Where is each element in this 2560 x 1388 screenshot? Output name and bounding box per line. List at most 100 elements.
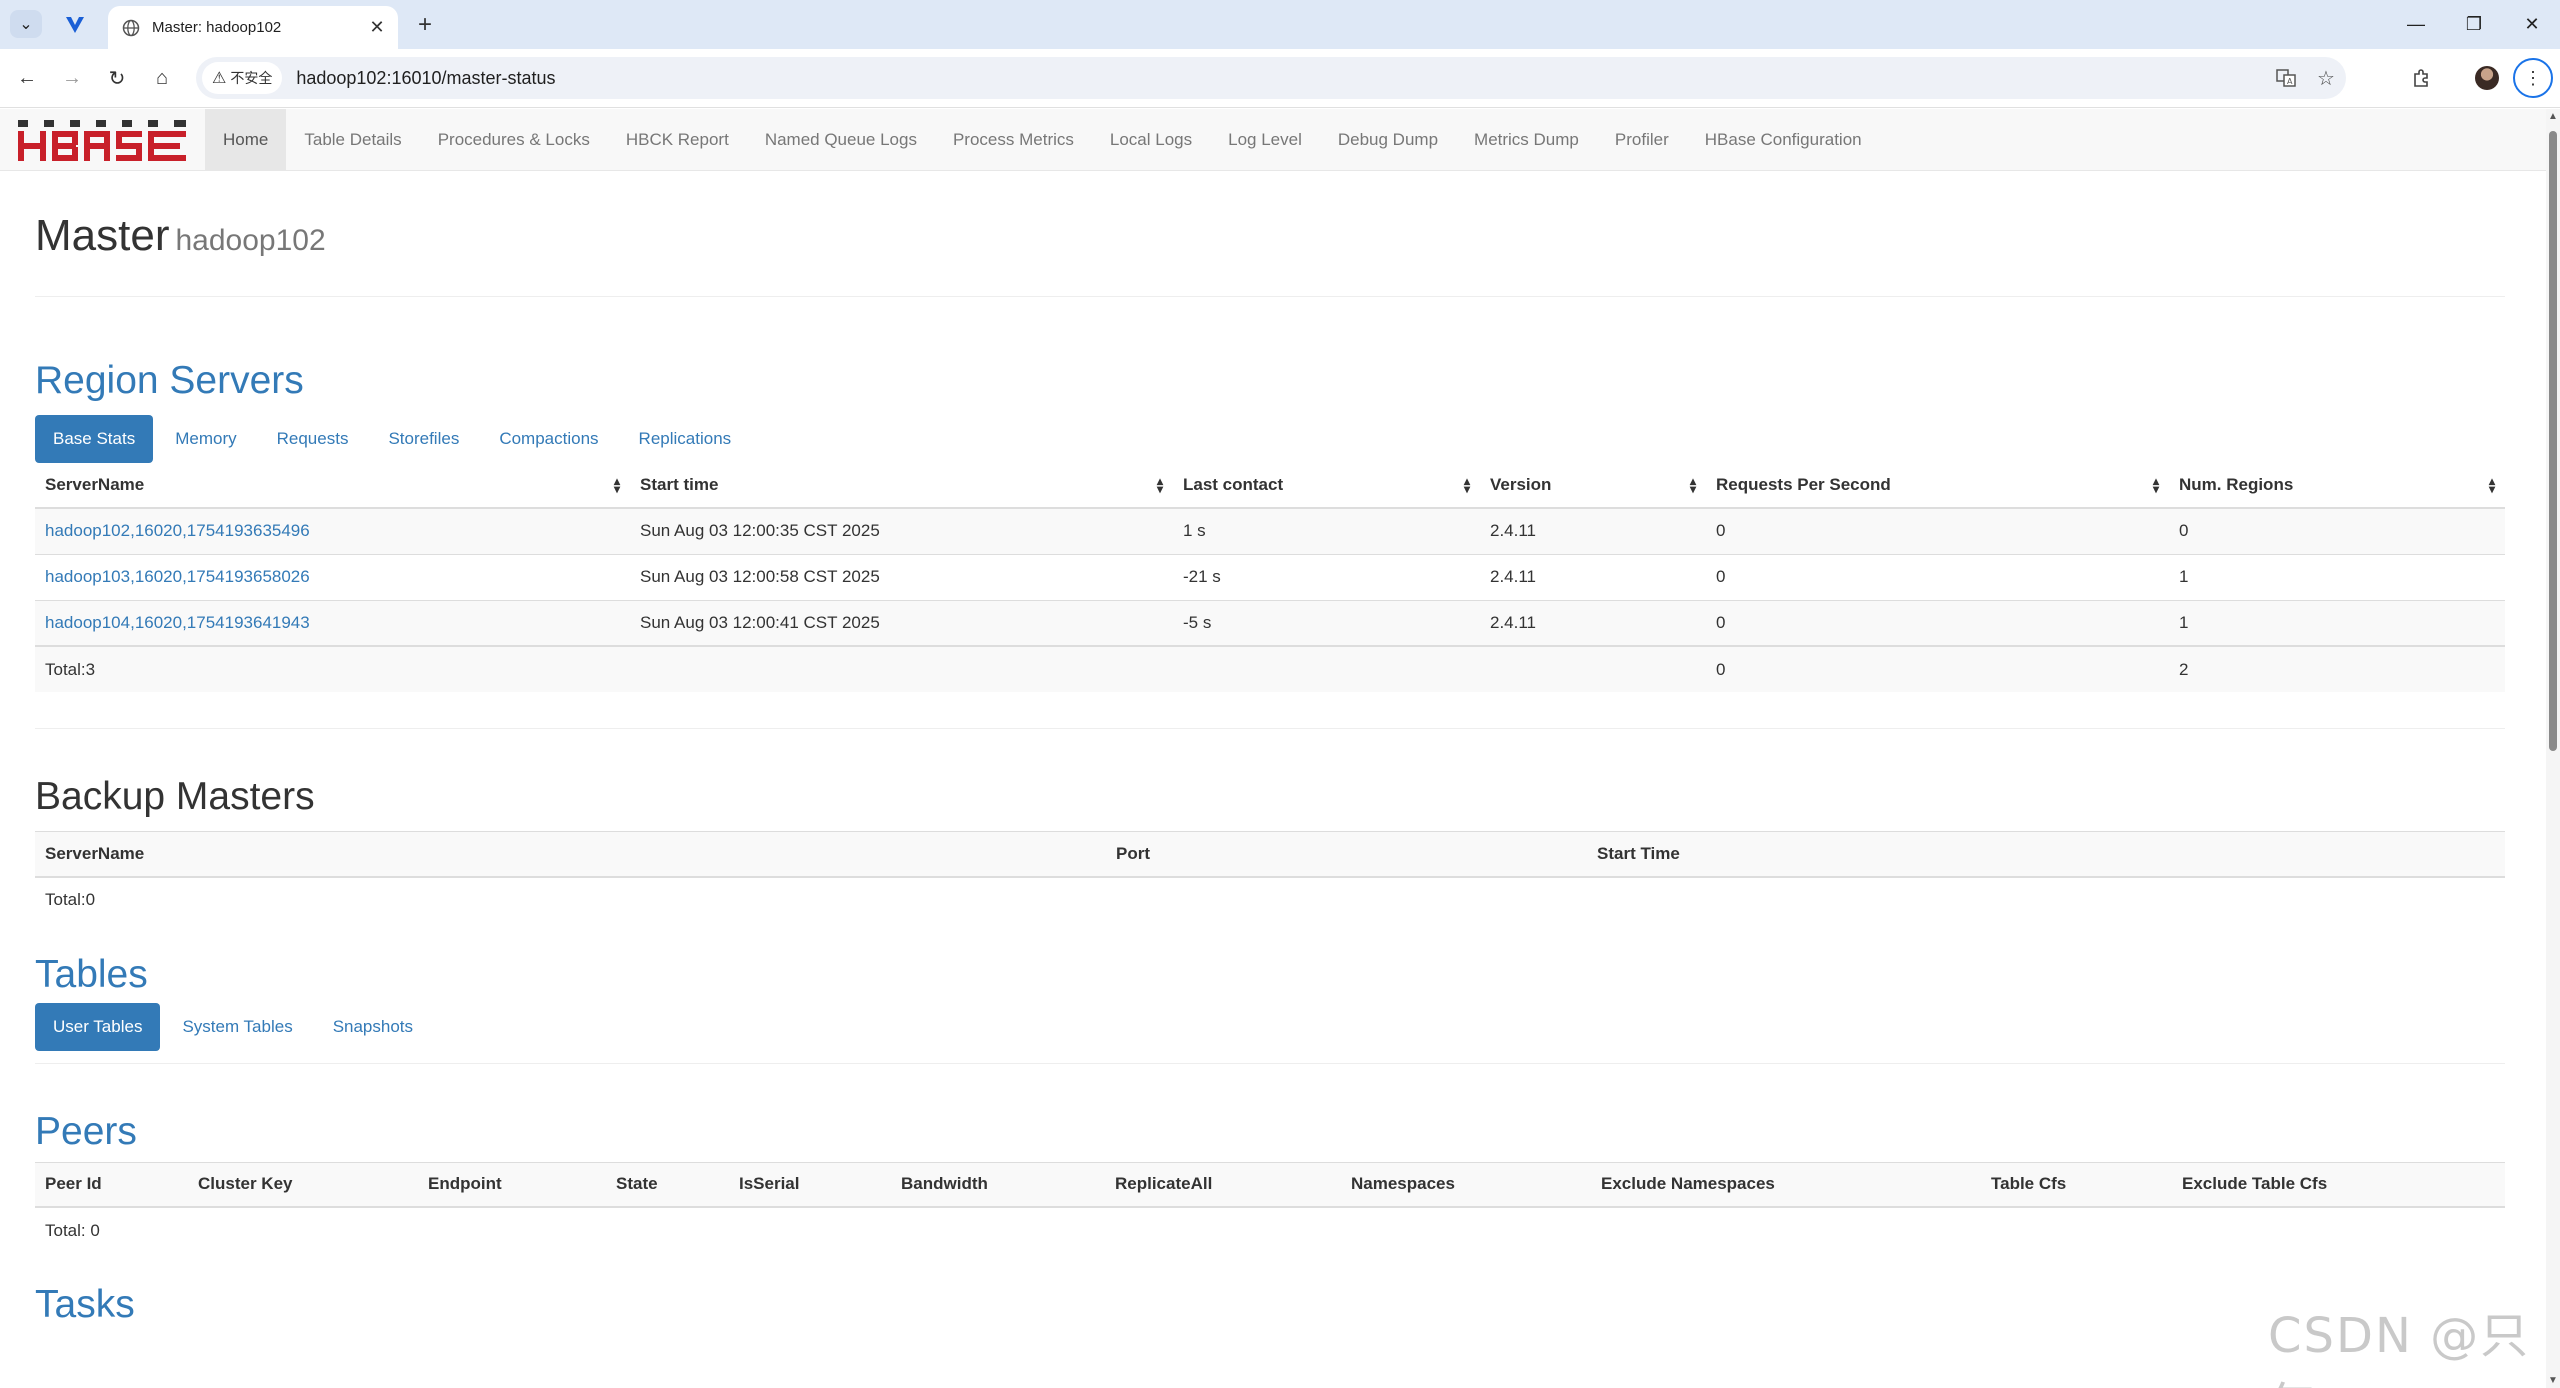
tab-search-chevron-icon[interactable]: ⌄ <box>10 10 42 38</box>
backup-masters-section: Backup Masters ServerName Port Start Tim… <box>35 775 2505 923</box>
total-label: Total: 0 <box>45 1220 100 1240</box>
table-cell: Sun Aug 03 12:00:41 CST 2025 <box>630 599 1173 646</box>
tables-tabs: User Tables System Tables Snapshots <box>35 1002 2505 1051</box>
region-servers-title: Region Servers <box>35 359 304 402</box>
table-cell: 0 <box>1706 599 2169 646</box>
page-viewport: Home Table Details Procedures & Locks HB… <box>0 109 2546 1388</box>
backup-masters-table: ServerName Port Start Time Total:0 <box>35 831 2505 923</box>
nav-local-logs[interactable]: Local Logs <box>1092 109 1210 171</box>
server-link[interactable]: hadoop104,16020,1754193641943 <box>45 613 310 632</box>
tab-replications[interactable]: Replications <box>621 415 750 463</box>
tables-section: Tables User Tables System Tables Snapsho… <box>35 953 2505 1064</box>
vivaldi-app-icon[interactable] <box>60 12 90 38</box>
url-text[interactable]: hadoop102:16010/master-status <box>296 68 2266 89</box>
column-header[interactable]: Last contact ▴ ▾ <box>1173 463 1480 509</box>
table-row: hadoop104,16020,1754193641943 Sun Aug 03… <box>35 599 2505 646</box>
tab-snapshots[interactable]: Snapshots <box>315 1003 431 1051</box>
column-header[interactable]: Start time ▴ ▾ <box>630 463 1173 509</box>
restore-icon[interactable]: ❐ <box>2446 0 2502 49</box>
address-bar[interactable]: ⚠ 不安全 hadoop102:16010/master-status A ☆ <box>196 57 2346 99</box>
column-header: IsSerial <box>729 1161 891 1208</box>
nav-hbase-configuration[interactable]: HBase Configuration <box>1687 109 1880 171</box>
globe-icon <box>122 19 140 36</box>
total-label: Total:3 <box>35 645 630 692</box>
minimize-icon[interactable]: — <box>2388 0 2444 49</box>
column-header: Table Cfs <box>1981 1161 2172 1208</box>
close-window-icon[interactable]: ✕ <box>2504 0 2560 49</box>
column-header[interactable]: Requests Per Second ▴ ▾ <box>1706 463 2169 509</box>
region-servers-section: Region Servers Base Stats Memory Request… <box>35 359 2505 692</box>
page-title: Master hadoop102 <box>35 211 326 260</box>
table-cell: 2.4.11 <box>1480 599 1706 646</box>
tab-compactions[interactable]: Compactions <box>481 415 616 463</box>
nav-profiler[interactable]: Profiler <box>1597 109 1687 171</box>
bookmark-star-icon[interactable]: ☆ <box>2306 61 2346 95</box>
tab-memory[interactable]: Memory <box>157 415 254 463</box>
translate-icon[interactable]: A <box>2266 61 2306 95</box>
apache-hbase-logo[interactable] <box>16 117 190 163</box>
warning-icon: ⚠ <box>212 70 227 87</box>
nav-process-metrics[interactable]: Process Metrics <box>935 109 1092 171</box>
tab-user-tables[interactable]: User Tables <box>35 1002 161 1051</box>
security-chip[interactable]: ⚠ 不安全 <box>202 62 283 94</box>
column-header: ReplicateAll <box>1105 1161 1341 1208</box>
peers-section: Peers Peer Id Cluster Key Endpoint State… <box>35 1110 2505 1254</box>
nav-table-details[interactable]: Table Details <box>286 109 419 171</box>
scrollbar-thumb[interactable] <box>2549 131 2557 751</box>
reload-icon[interactable]: ↻ <box>100 61 134 95</box>
table-cell: 0 <box>1706 507 2169 554</box>
table-total-row: Total:0 <box>35 877 2505 923</box>
table-cell: Sun Aug 03 12:00:58 CST 2025 <box>630 553 1173 600</box>
nav-log-level[interactable]: Log Level <box>1210 109 1320 171</box>
table-cell: -5 s <box>1173 599 1480 646</box>
browser-tab-active[interactable]: Master: hadoop102 ✕ <box>108 6 398 49</box>
nav-hbck-report[interactable]: HBCK Report <box>608 109 747 171</box>
server-link[interactable]: hadoop102,16020,1754193635496 <box>45 521 310 540</box>
tab-system-tables[interactable]: System Tables <box>164 1003 310 1051</box>
scroll-up-icon[interactable]: ▲ <box>2548 111 2558 122</box>
sort-icon: ▴ ▾ <box>2488 474 2495 496</box>
browser-menu-icon[interactable]: ⋮ <box>2513 58 2553 98</box>
nav-named-queue-logs[interactable]: Named Queue Logs <box>747 109 935 171</box>
column-header[interactable]: Version ▴ ▾ <box>1480 463 1706 509</box>
nav-metrics-dump[interactable]: Metrics Dump <box>1456 109 1597 171</box>
browser-tab-strip: ⌄ Master: hadoop102 ✕ + — ❐ ✕ <box>0 0 2560 49</box>
main-nav: Home Table Details Procedures & Locks HB… <box>205 109 1880 171</box>
column-header: ServerName <box>35 831 1106 878</box>
nav-procedures-locks[interactable]: Procedures & Locks <box>420 109 608 171</box>
table-cell: 0 <box>2169 507 2505 554</box>
new-tab-icon[interactable]: + <box>410 10 440 40</box>
page-scrollbar[interactable]: ▲ ▼ <box>2546 109 2560 1388</box>
table-cell: 1 <box>2169 599 2505 646</box>
tasks-title: Tasks <box>35 1283 135 1326</box>
divider <box>35 728 2505 729</box>
tab-base-stats[interactable]: Base Stats <box>35 415 154 463</box>
column-header: Endpoint <box>418 1161 606 1208</box>
total-regions: 2 <box>2169 645 2505 692</box>
extensions-icon[interactable] <box>2404 61 2438 95</box>
table-cell: 1 s <box>1173 507 1480 554</box>
region-servers-table: ServerName ▴ ▾ Start time ▴ ▾ Last contact ▴ ▾… <box>35 463 2505 692</box>
sort-icon: ▴ ▾ <box>1463 474 1470 496</box>
column-header[interactable]: ServerName ▴ ▾ <box>35 463 630 509</box>
table-total-row: Total: 0 <box>35 1207 2505 1253</box>
table-cell: Sun Aug 03 12:00:35 CST 2025 <box>630 507 1173 554</box>
table-cell: 0 <box>1706 553 2169 600</box>
browser-toolbar: ← → ↻ ⌂ ⚠ 不安全 hadoop102:16010/master-sta… <box>0 49 2560 108</box>
server-link[interactable]: hadoop103,16020,1754193658026 <box>45 567 310 586</box>
tab-requests[interactable]: Requests <box>259 415 367 463</box>
tab-storefiles[interactable]: Storefiles <box>370 415 477 463</box>
total-label: Total:0 <box>45 890 96 909</box>
sort-icon: ▴ ▾ <box>2152 474 2159 496</box>
close-tab-icon[interactable]: ✕ <box>364 15 390 41</box>
nav-home[interactable]: Home <box>205 109 287 171</box>
column-header: State <box>606 1161 729 1208</box>
home-icon[interactable]: ⌂ <box>145 61 179 95</box>
forward-icon[interactable]: → <box>55 61 89 95</box>
profile-avatar[interactable] <box>2470 61 2504 95</box>
back-icon[interactable]: ← <box>10 61 44 95</box>
security-label: 不安全 <box>230 70 273 86</box>
divider <box>35 1062 2505 1064</box>
nav-debug-dump[interactable]: Debug Dump <box>1320 109 1456 171</box>
column-header[interactable]: Num. Regions ▴ ▾ <box>2169 463 2505 509</box>
